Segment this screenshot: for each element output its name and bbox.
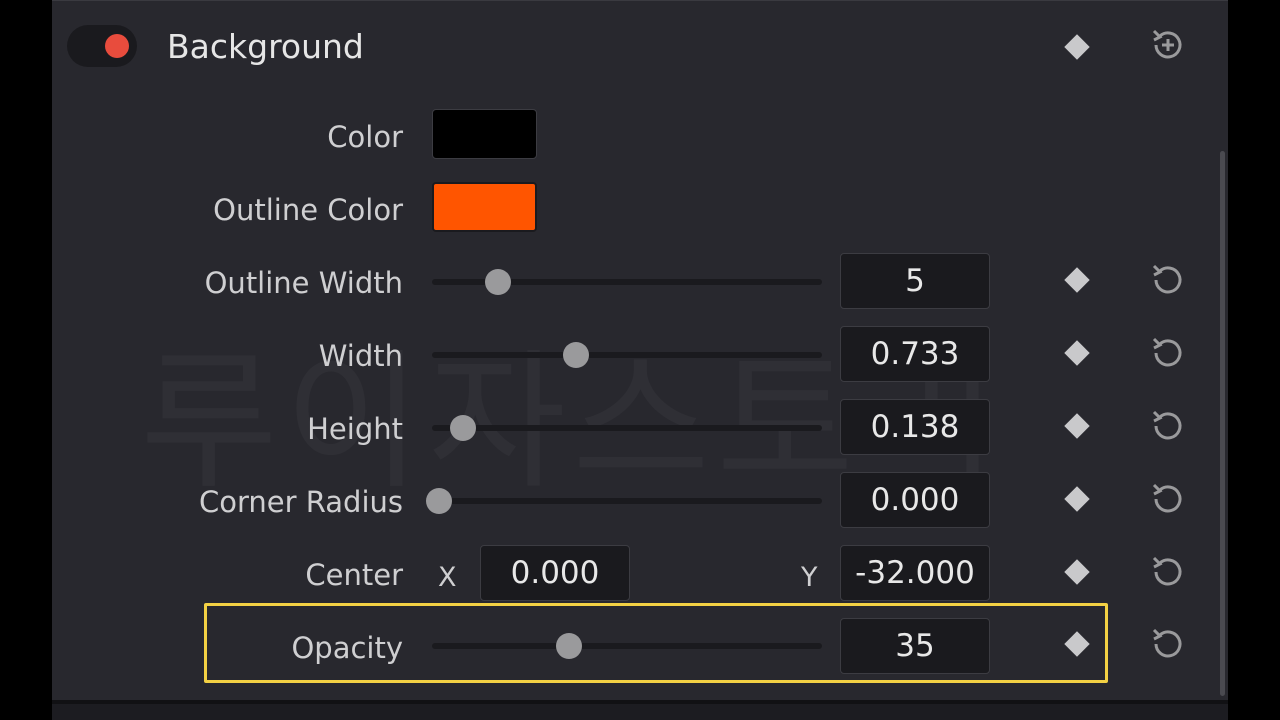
- diamond-icon[interactable]: [1064, 486, 1090, 512]
- color-label: Color: [327, 120, 403, 154]
- center-x-label: X: [438, 562, 457, 593]
- slider-knob[interactable]: [563, 342, 590, 368]
- panel-bottom-bar: [52, 700, 1228, 720]
- diamond-icon[interactable]: [1064, 340, 1090, 366]
- reset-icon[interactable]: [1146, 331, 1190, 375]
- width-slider[interactable]: [432, 342, 822, 368]
- vertical-scrollbar[interactable]: [1220, 151, 1225, 696]
- diamond-icon[interactable]: [1064, 267, 1090, 293]
- color-swatch[interactable]: [432, 109, 537, 159]
- inspector-panel: 루이자스토리 Background Color Outline Color Ou…: [52, 0, 1228, 701]
- center-y-label: Y: [801, 562, 818, 593]
- outline-color-label: Outline Color: [213, 193, 403, 227]
- section-enable-toggle[interactable]: [67, 25, 137, 67]
- section-title: Background: [167, 27, 364, 66]
- outline-width-slider[interactable]: [432, 269, 822, 295]
- reset-icon[interactable]: [1146, 622, 1190, 666]
- corner-radius-slider[interactable]: [426, 488, 822, 514]
- reset-plus-icon[interactable]: [1146, 23, 1190, 67]
- reset-icon[interactable]: [1146, 550, 1190, 594]
- slider-knob[interactable]: [426, 488, 452, 514]
- width-label: Width: [318, 339, 403, 373]
- slider-knob[interactable]: [450, 415, 477, 441]
- diamond-icon[interactable]: [1064, 559, 1090, 585]
- corner-radius-input[interactable]: 0.000: [840, 472, 990, 528]
- center-y-input[interactable]: -32.000: [840, 545, 990, 601]
- opacity-row-highlight: [204, 603, 1108, 683]
- outline-width-input[interactable]: 5: [840, 253, 990, 309]
- reset-icon[interactable]: [1146, 404, 1190, 448]
- center-x-input[interactable]: 0.000: [480, 545, 630, 601]
- reset-icon[interactable]: [1146, 258, 1190, 302]
- toggle-indicator: [105, 34, 129, 58]
- reset-icon[interactable]: [1146, 477, 1190, 521]
- center-label: Center: [305, 558, 403, 592]
- slider-knob[interactable]: [485, 269, 512, 295]
- corner-radius-label: Corner Radius: [198, 485, 403, 519]
- diamond-icon[interactable]: [1064, 413, 1090, 439]
- height-input[interactable]: 0.138: [840, 399, 990, 455]
- outline-color-swatch[interactable]: [432, 182, 537, 232]
- width-input[interactable]: 0.733: [840, 326, 990, 382]
- diamond-icon[interactable]: [1064, 34, 1090, 60]
- outline-width-label: Outline Width: [204, 266, 403, 300]
- height-slider[interactable]: [432, 415, 822, 441]
- height-label: Height: [307, 412, 403, 446]
